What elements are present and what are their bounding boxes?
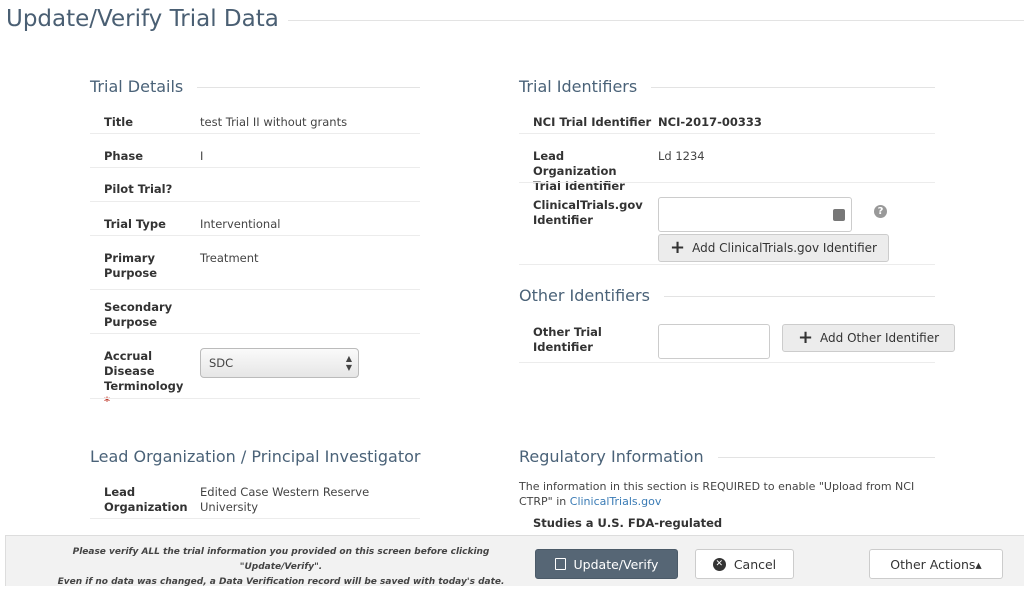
lead-org-value: Edited Case Western Reserve University bbox=[200, 485, 370, 514]
divider bbox=[90, 333, 420, 334]
trial-type-value: Interventional bbox=[200, 217, 281, 231]
save-icon bbox=[554, 558, 566, 570]
pilot-trial-label: Pilot Trial? bbox=[104, 182, 173, 196]
title-label: Title bbox=[104, 115, 134, 129]
divider bbox=[519, 133, 935, 134]
note-line: Please verify ALL the trial information … bbox=[72, 547, 490, 572]
primary-purpose-label: Primary Purpose bbox=[104, 251, 158, 280]
add-other-id-button[interactable]: + Add Other Identifier bbox=[782, 324, 955, 352]
divider bbox=[90, 289, 420, 290]
verify-note: Please verify ALL the trial information … bbox=[36, 545, 526, 590]
button-label: Add ClinicalTrials.gov Identifier bbox=[692, 241, 877, 255]
trial-identifiers-heading: Trial Identifiers bbox=[519, 77, 652, 96]
trial-details-heading: Trial Details bbox=[90, 77, 198, 96]
note-line: Even if no data was changed, a Data Veri… bbox=[57, 577, 505, 587]
button-label: Update/Verify bbox=[573, 556, 659, 572]
trial-type-label: Trial Type bbox=[104, 217, 166, 231]
divider bbox=[90, 518, 420, 519]
button-label: Cancel bbox=[733, 556, 777, 572]
updown-icon: ▲ ▼ bbox=[345, 354, 352, 372]
accrual-label-text: Accrual Disease Terminology bbox=[104, 349, 184, 393]
nci-id-label: NCI Trial Identifier bbox=[533, 115, 652, 129]
divider bbox=[519, 362, 935, 363]
lead-org-heading: Lead Organization / Principal Investigat… bbox=[90, 447, 435, 466]
divider bbox=[519, 182, 935, 183]
regulatory-note: The information in this section is REQUI… bbox=[519, 479, 919, 509]
required-mark: * bbox=[104, 394, 111, 408]
other-identifiers-heading: Other Identifiers bbox=[519, 286, 664, 305]
ctgov-link[interactable]: ClinicalTrials.gov bbox=[570, 495, 662, 508]
divider bbox=[90, 133, 420, 134]
divider bbox=[90, 398, 420, 399]
divider bbox=[519, 264, 935, 265]
fda-regulated-label: Studies a U.S. FDA-regulated bbox=[533, 516, 723, 530]
phase-value: I bbox=[200, 149, 204, 163]
plus-icon: + bbox=[670, 237, 686, 258]
divider bbox=[288, 20, 1024, 21]
other-actions-button[interactable]: Other Actions▴ bbox=[869, 549, 1003, 579]
lead-org-id-label: Lead Organization Trial Identifier bbox=[533, 149, 625, 193]
accrual-label: Accrual Disease Terminology * bbox=[104, 349, 189, 409]
ctgov-label: ClinicalTrials.gov Identifier bbox=[533, 198, 643, 227]
other-id-label: Other Trial Identifier bbox=[533, 325, 602, 354]
divider bbox=[90, 235, 420, 236]
phase-label: Phase bbox=[104, 149, 144, 163]
help-icon[interactable]: ? bbox=[874, 205, 887, 218]
select-value: SDC bbox=[209, 356, 234, 370]
plus-icon: + bbox=[797, 327, 814, 348]
id-card-icon bbox=[833, 209, 845, 221]
update-verify-button[interactable]: Update/Verify bbox=[535, 549, 678, 579]
nci-id-value: NCI-2017-00333 bbox=[658, 115, 762, 129]
secondary-purpose-label: Secondary Purpose bbox=[104, 300, 173, 329]
title-value: test Trial II without grants bbox=[200, 115, 348, 129]
page-title: Update/Verify Trial Data bbox=[6, 6, 279, 32]
regulatory-heading: Regulatory Information bbox=[519, 447, 718, 466]
accrual-terminology-select[interactable]: SDC ▲ ▼ bbox=[200, 348, 359, 378]
primary-purpose-value: Treatment bbox=[200, 251, 259, 265]
ctgov-input[interactable] bbox=[658, 197, 852, 232]
lead-org-id-value: Ld 1234 bbox=[658, 149, 705, 163]
divider bbox=[90, 167, 420, 168]
button-label: Other Actions▴ bbox=[890, 556, 982, 572]
lead-org-label: Lead Organization bbox=[104, 485, 188, 514]
button-label: Add Other Identifier bbox=[820, 331, 940, 345]
add-ctgov-id-button[interactable]: + Add ClinicalTrials.gov Identifier bbox=[658, 234, 889, 262]
divider bbox=[90, 201, 420, 202]
other-id-input[interactable] bbox=[658, 324, 770, 359]
action-footer: Please verify ALL the trial information … bbox=[5, 535, 1024, 587]
cancel-button[interactable]: ✕ Cancel bbox=[695, 549, 794, 579]
close-circle-icon: ✕ bbox=[712, 557, 726, 571]
